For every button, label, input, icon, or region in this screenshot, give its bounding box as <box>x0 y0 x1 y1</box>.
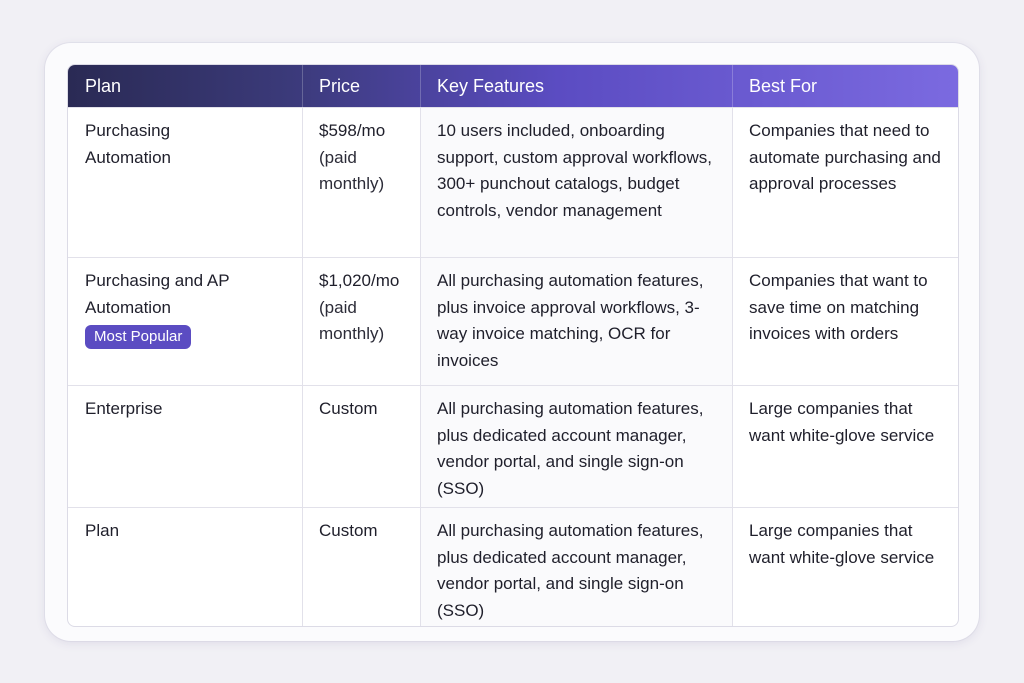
header-plan: Plan <box>68 65 303 107</box>
features-cell: All purchasing automation features, plus… <box>421 386 733 507</box>
table-header-row: Plan Price Key Features Best For <box>68 65 958 107</box>
plan-name: Purchasing Automation <box>85 121 171 167</box>
price-amount: Custom <box>319 521 378 540</box>
plan-cell: Enterprise <box>68 386 303 507</box>
plan-name: Plan <box>85 521 120 540</box>
plan-name: Purchasing and AP Automation <box>85 271 230 317</box>
price-amount: $598/mo <box>319 121 386 140</box>
features-cell: 10 users included, onboarding support, c… <box>421 108 733 257</box>
features-cell: All purchasing automation features, plus… <box>421 508 733 626</box>
table-row: Purchasing and AP Automation Most Popula… <box>68 257 958 385</box>
features-cell: All purchasing automation features, plus… <box>421 258 733 385</box>
header-best-for: Best For <box>749 76 818 96</box>
plan-cell: Purchasing Automation <box>68 108 303 257</box>
table-row: Enterprise Custom All purchasing automat… <box>68 385 958 507</box>
price-cell: Custom <box>303 508 421 626</box>
plan-cell: Plan <box>68 508 303 626</box>
plan-cell: Purchasing and AP Automation Most Popula… <box>68 258 303 385</box>
header-price: Price <box>303 65 421 107</box>
best-for-cell: Large companies that want white-glove se… <box>749 521 935 567</box>
price-note: (paid monthly) <box>319 297 385 344</box>
table-row: Plan Custom All purchasing automation fe… <box>68 507 958 626</box>
plan-name: Enterprise <box>85 399 163 418</box>
best-for-cell: Large companies that want white-glove se… <box>749 399 935 445</box>
header-key-features: Key Features <box>421 65 733 107</box>
price-note: (paid monthly) <box>319 147 385 194</box>
best-for-cell: Companies that need to automate purchasi… <box>749 121 941 193</box>
price-amount: $1,020/mo <box>319 271 400 290</box>
price-amount: Custom <box>319 399 378 418</box>
price-cell: Custom <box>303 386 421 507</box>
pricing-table: Plan Price Key Features Best For Purchas… <box>67 64 959 627</box>
table-row: Purchasing Automation $598/mo (paid mont… <box>68 107 958 257</box>
best-for-cell: Companies that want to save time on matc… <box>749 271 928 343</box>
price-cell: $1,020/mo (paid monthly) <box>303 258 421 385</box>
most-popular-badge: Most Popular <box>85 325 192 349</box>
price-cell: $598/mo (paid monthly) <box>303 108 421 257</box>
